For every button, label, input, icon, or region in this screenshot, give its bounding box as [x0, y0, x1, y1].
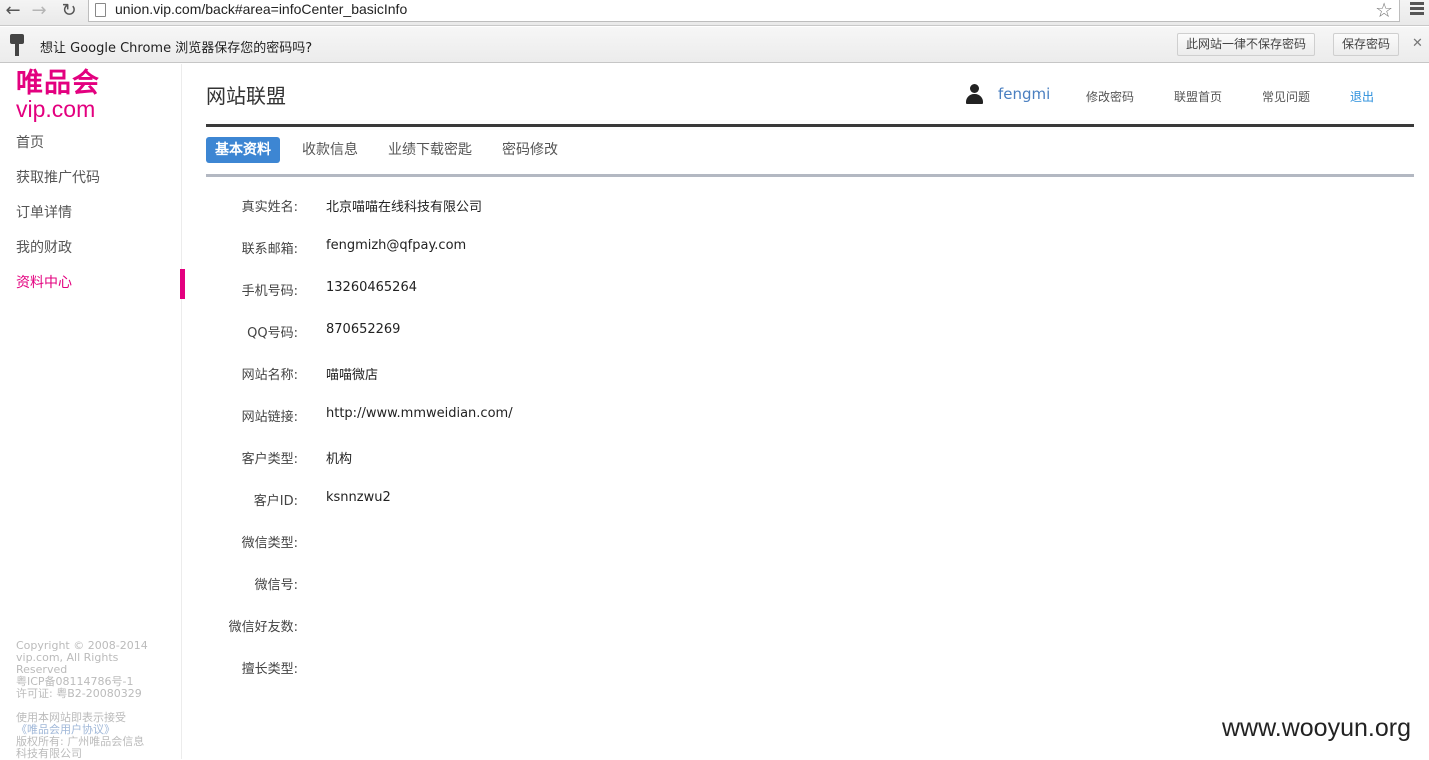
info-value: 喵喵微店: [326, 368, 379, 383]
sidebar-item-finance[interactable]: 我的财政: [0, 237, 182, 272]
basic-info-list: 真实姓名: 北京喵喵在线科技有限公司 联系邮箱: fengmizh@qfpay.co…: [206, 191, 1206, 695]
save-password-infobar: 想让 Google Chrome 浏览器保存您的密码吗? 此网站一律不保存密码 …: [0, 27, 1429, 63]
info-value: 13260465264: [326, 280, 417, 295]
user-icon: [965, 84, 983, 104]
header-divider: [206, 124, 1414, 127]
star-icon[interactable]: ☆: [1375, 0, 1393, 22]
tab-download-key[interactable]: 业绩下载密匙: [388, 137, 472, 163]
info-row: 联系邮箱: fengmizh@qfpay.com: [206, 233, 1206, 275]
info-value: 870652269: [326, 322, 401, 337]
page-title: 网站联盟: [206, 84, 286, 108]
sidebar-footer: Copyright © 2008-2014 vip.com, All Right…: [16, 640, 166, 760]
info-value: 北京喵喵在线科技有限公司: [326, 200, 483, 215]
info-label: 联系邮箱:: [241, 242, 298, 257]
tab-change-password[interactable]: 密码修改: [502, 137, 558, 163]
footer-line: 科技有限公司: [16, 747, 82, 760]
info-row: 微信类型:: [206, 527, 1206, 569]
info-label: 客户ID:: [253, 494, 298, 509]
url-text[interactable]: union.vip.com/back#area=infoCenter_basic…: [115, 1, 407, 17]
menu-icon[interactable]: [1410, 2, 1424, 17]
faq-link[interactable]: 常见问题: [1262, 88, 1310, 105]
info-row: 手机号码: 13260465264: [206, 275, 1206, 317]
info-label: 网站链接:: [241, 410, 298, 425]
logo-cn: 唯品会: [16, 68, 100, 99]
infobar-message: 想让 Google Chrome 浏览器保存您的密码吗?: [40, 41, 313, 56]
tab-payment-info[interactable]: 收款信息: [302, 137, 358, 163]
tab-basic-info[interactable]: 基本资料: [206, 137, 280, 163]
info-row: 网站链接: http://www.mmweidian.com/: [206, 401, 1206, 443]
info-row: 客户ID: ksnnzwu2: [206, 485, 1206, 527]
browser-toolbar: ← → ↻ union.vip.com/back#area=infoCenter…: [0, 0, 1429, 26]
sidebar-item-home[interactable]: 首页: [0, 132, 182, 167]
footer-line: 许可证: 粤B2-20080329: [16, 687, 142, 700]
save-password-button[interactable]: 保存密码: [1333, 33, 1400, 56]
info-value: fengmizh@qfpay.com: [326, 238, 467, 253]
tab-divider: [206, 174, 1414, 177]
side-nav: 首页 获取推广代码 订单详情 我的财政 资料中心: [0, 132, 185, 307]
info-label: 擅长类型:: [241, 662, 298, 677]
watermark: www.wooyun.org: [1222, 714, 1411, 742]
sidebar-item-info-center[interactable]: 资料中心: [0, 269, 185, 307]
logout-link[interactable]: 退出: [1350, 88, 1374, 105]
info-value: http://www.mmweidian.com/: [326, 406, 513, 421]
info-value: ksnnzwu2: [326, 490, 391, 505]
info-label: 微信类型:: [241, 536, 298, 551]
info-row: 网站名称: 喵喵微店: [206, 359, 1206, 401]
vip-logo[interactable]: 唯品会 vip.com: [16, 68, 100, 122]
info-label: 手机号码:: [241, 284, 298, 299]
info-label: 微信好友数:: [228, 620, 298, 635]
info-row: 微信好友数:: [206, 611, 1206, 653]
sidebar-item-orders[interactable]: 订单详情: [0, 202, 182, 237]
info-row: 真实姓名: 北京喵喵在线科技有限公司: [206, 191, 1206, 233]
main-content: 网站联盟 fengmi 修改密码 联盟首页 常见问题 退出 基本资料 收款信息 …: [206, 64, 1414, 759]
info-value: 机构: [326, 452, 353, 467]
info-label: 真实姓名:: [241, 200, 298, 215]
logo-en: vip.com: [16, 96, 96, 122]
info-label: 客户类型:: [241, 452, 298, 467]
info-label: 网站名称:: [241, 368, 298, 383]
sidebar-item-promo-code[interactable]: 获取推广代码: [0, 167, 182, 202]
info-row: 擅长类型:: [206, 653, 1206, 695]
info-label: 微信号:: [254, 578, 298, 593]
info-row: 客户类型: 机构: [206, 443, 1206, 485]
back-icon[interactable]: ←: [2, 1, 24, 23]
close-icon[interactable]: ✕: [1412, 36, 1423, 51]
union-home-link[interactable]: 联盟首页: [1174, 88, 1222, 105]
info-row: 微信号:: [206, 569, 1206, 611]
reload-icon[interactable]: ↻: [58, 1, 80, 23]
tab-bar: 基本资料 收款信息 业绩下载密匙 密码修改: [206, 137, 1414, 163]
info-row: QQ号码: 870652269: [206, 317, 1206, 359]
page-icon: [95, 3, 106, 17]
username[interactable]: fengmi: [998, 85, 1050, 103]
change-password-link[interactable]: 修改密码: [1086, 88, 1134, 105]
address-bar[interactable]: union.vip.com/back#area=infoCenter_basic…: [88, 0, 1400, 22]
info-label: QQ号码:: [247, 326, 298, 341]
sidebar: 唯品会 vip.com 首页 获取推广代码 订单详情 我的财政 资料中心 Cop…: [0, 64, 185, 760]
forward-icon[interactable]: →: [28, 1, 50, 23]
key-icon: [10, 34, 24, 56]
never-save-button[interactable]: 此网站一律不保存密码: [1177, 33, 1316, 56]
